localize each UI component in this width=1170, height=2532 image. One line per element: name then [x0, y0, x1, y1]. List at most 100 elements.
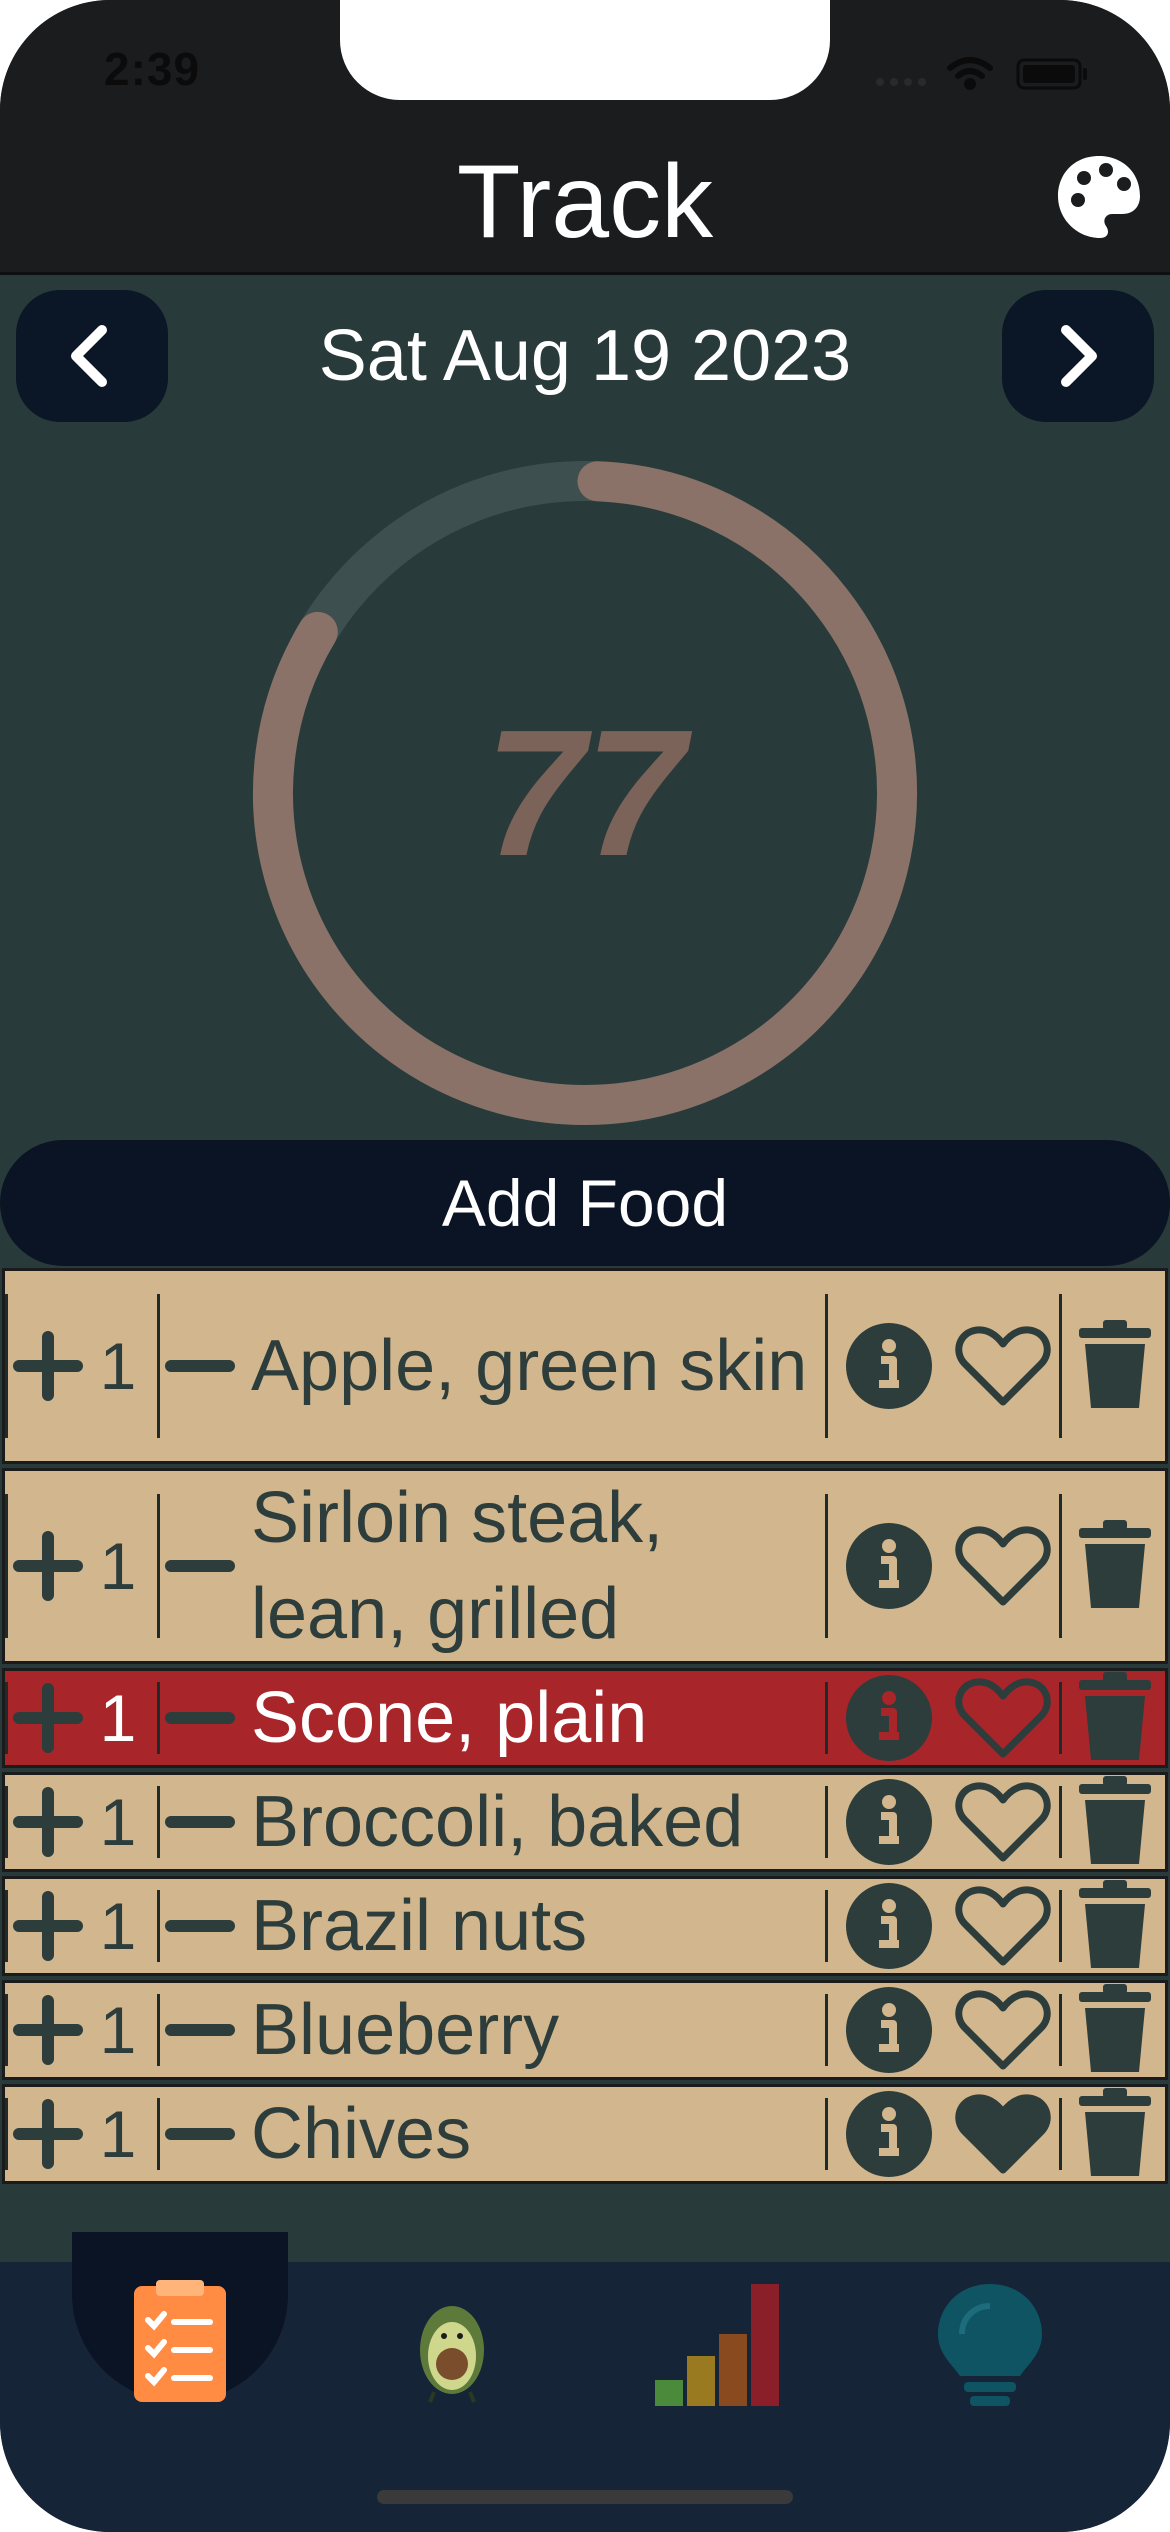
divider — [157, 1786, 160, 1858]
delete-food-button[interactable] — [1077, 1775, 1157, 1869]
lightbulb-icon[interactable] — [910, 2280, 1070, 2410]
notch — [340, 0, 830, 100]
plus-icon — [13, 1683, 83, 1753]
trash-icon — [1079, 1320, 1151, 1408]
food-quantity: 1 — [99, 1529, 137, 1603]
food-quantity: 1 — [99, 1993, 137, 2067]
decrease-quantity-button[interactable] — [165, 1471, 235, 1661]
divider — [157, 1994, 160, 2066]
delete-food-button[interactable] — [1077, 1671, 1157, 1765]
status-time: 2:39 — [104, 43, 201, 95]
wifi-icon — [947, 57, 993, 90]
add-food-button[interactable]: Add Food — [0, 1140, 1170, 1266]
food-info-button[interactable] — [845, 1271, 933, 1461]
favorite-button[interactable] — [955, 1879, 1055, 1973]
minus-icon — [165, 1920, 235, 1932]
palette-icon[interactable] — [1054, 152, 1144, 242]
minus-icon — [165, 1712, 235, 1724]
clipboard-checklist-icon[interactable] — [100, 2280, 260, 2410]
food-row[interactable]: 1 Broccoli, baked — [2, 1772, 1168, 1872]
divider — [1059, 1890, 1062, 1962]
delete-food-button[interactable] — [1077, 1471, 1157, 1661]
favorite-button[interactable] — [955, 1471, 1055, 1661]
delete-food-button[interactable] — [1077, 1271, 1157, 1461]
avocado-icon[interactable] — [372, 2280, 532, 2410]
plus-icon — [13, 1995, 83, 2065]
heart-icon — [955, 1886, 1051, 1966]
favorite-button[interactable] — [955, 1271, 1055, 1461]
bar-chart-icon[interactable] — [645, 2280, 805, 2410]
decrease-quantity-button[interactable] — [165, 1671, 235, 1765]
signal-icon — [876, 78, 926, 86]
food-row[interactable]: 1 Apple, green skin — [2, 1268, 1168, 1464]
divider — [1059, 1786, 1062, 1858]
increase-quantity-button[interactable] — [13, 1775, 83, 1869]
trash-icon — [1079, 1776, 1151, 1864]
food-info-button[interactable] — [845, 1983, 933, 2077]
food-row[interactable]: 1 Chives — [2, 2084, 1168, 2184]
food-info-button[interactable] — [845, 2087, 933, 2181]
increase-quantity-button[interactable] — [13, 1471, 83, 1661]
food-name: Broccoli, baked — [251, 1782, 744, 1862]
food-quantity: 1 — [99, 1681, 137, 1755]
increase-quantity-button[interactable] — [13, 1271, 83, 1461]
food-info-button[interactable] — [845, 1775, 933, 1869]
increase-quantity-button[interactable] — [13, 2087, 83, 2181]
divider — [825, 1890, 828, 1962]
divider — [157, 1890, 160, 1962]
delete-food-button[interactable] — [1077, 1983, 1157, 2077]
status-icons — [876, 57, 1087, 90]
divider — [5, 1493, 8, 1639]
increase-quantity-button[interactable] — [13, 1671, 83, 1765]
divider — [5, 2098, 8, 2170]
info-icon — [846, 2091, 932, 2177]
food-row[interactable]: 1 Sirloin steak, lean, grilled — [2, 1468, 1168, 1664]
food-info-button[interactable] — [845, 1879, 933, 1973]
divider — [825, 1493, 828, 1639]
food-row[interactable]: 1 Blueberry — [2, 1980, 1168, 2080]
food-name: Chives — [251, 2094, 472, 2174]
food-quantity: 1 — [99, 2097, 137, 2171]
divider — [157, 2098, 160, 2170]
food-row[interactable]: 1 Scone, plain — [2, 1668, 1168, 1768]
delete-food-button[interactable] — [1077, 2087, 1157, 2181]
plus-icon — [13, 1891, 83, 1961]
food-row[interactable]: 1 Brazil nuts — [2, 1876, 1168, 1976]
home-indicator — [377, 2490, 793, 2504]
divider — [1059, 1994, 1062, 2066]
decrease-quantity-button[interactable] — [165, 1271, 235, 1461]
page-title: Track — [456, 144, 714, 260]
favorite-button[interactable] — [955, 1775, 1055, 1869]
decrease-quantity-button[interactable] — [165, 2087, 235, 2181]
increase-quantity-button[interactable] — [13, 1983, 83, 2077]
decrease-quantity-button[interactable] — [165, 1983, 235, 2077]
divider — [1059, 1493, 1062, 1639]
divider — [157, 1682, 160, 1754]
next-day-button[interactable] — [1002, 290, 1154, 422]
plus-icon — [13, 1531, 83, 1601]
minus-icon — [165, 2024, 235, 2036]
food-info-button[interactable] — [845, 1671, 933, 1765]
food-quantity: 1 — [99, 1889, 137, 1963]
heart-icon — [955, 1326, 1051, 1406]
minus-icon — [165, 1560, 235, 1572]
plus-icon — [13, 1787, 83, 1857]
increase-quantity-button[interactable] — [13, 1879, 83, 1973]
trash-icon — [1079, 1672, 1151, 1760]
favorite-button[interactable] — [955, 1983, 1055, 2077]
food-info-button[interactable] — [845, 1471, 933, 1661]
decrease-quantity-button[interactable] — [165, 1775, 235, 1869]
trash-icon — [1079, 1520, 1151, 1608]
food-name: Brazil nuts — [251, 1886, 588, 1966]
heart-icon — [955, 1990, 1051, 2070]
heart-icon — [955, 1526, 1051, 1606]
minus-icon — [165, 1360, 235, 1372]
delete-food-button[interactable] — [1077, 1879, 1157, 1973]
info-icon — [846, 1883, 932, 1969]
heart-icon — [955, 1782, 1051, 1862]
info-icon — [846, 1675, 932, 1761]
favorite-button[interactable] — [955, 1671, 1055, 1765]
favorite-button[interactable] — [955, 2087, 1055, 2181]
decrease-quantity-button[interactable] — [165, 1879, 235, 1973]
divider — [5, 1682, 8, 1754]
